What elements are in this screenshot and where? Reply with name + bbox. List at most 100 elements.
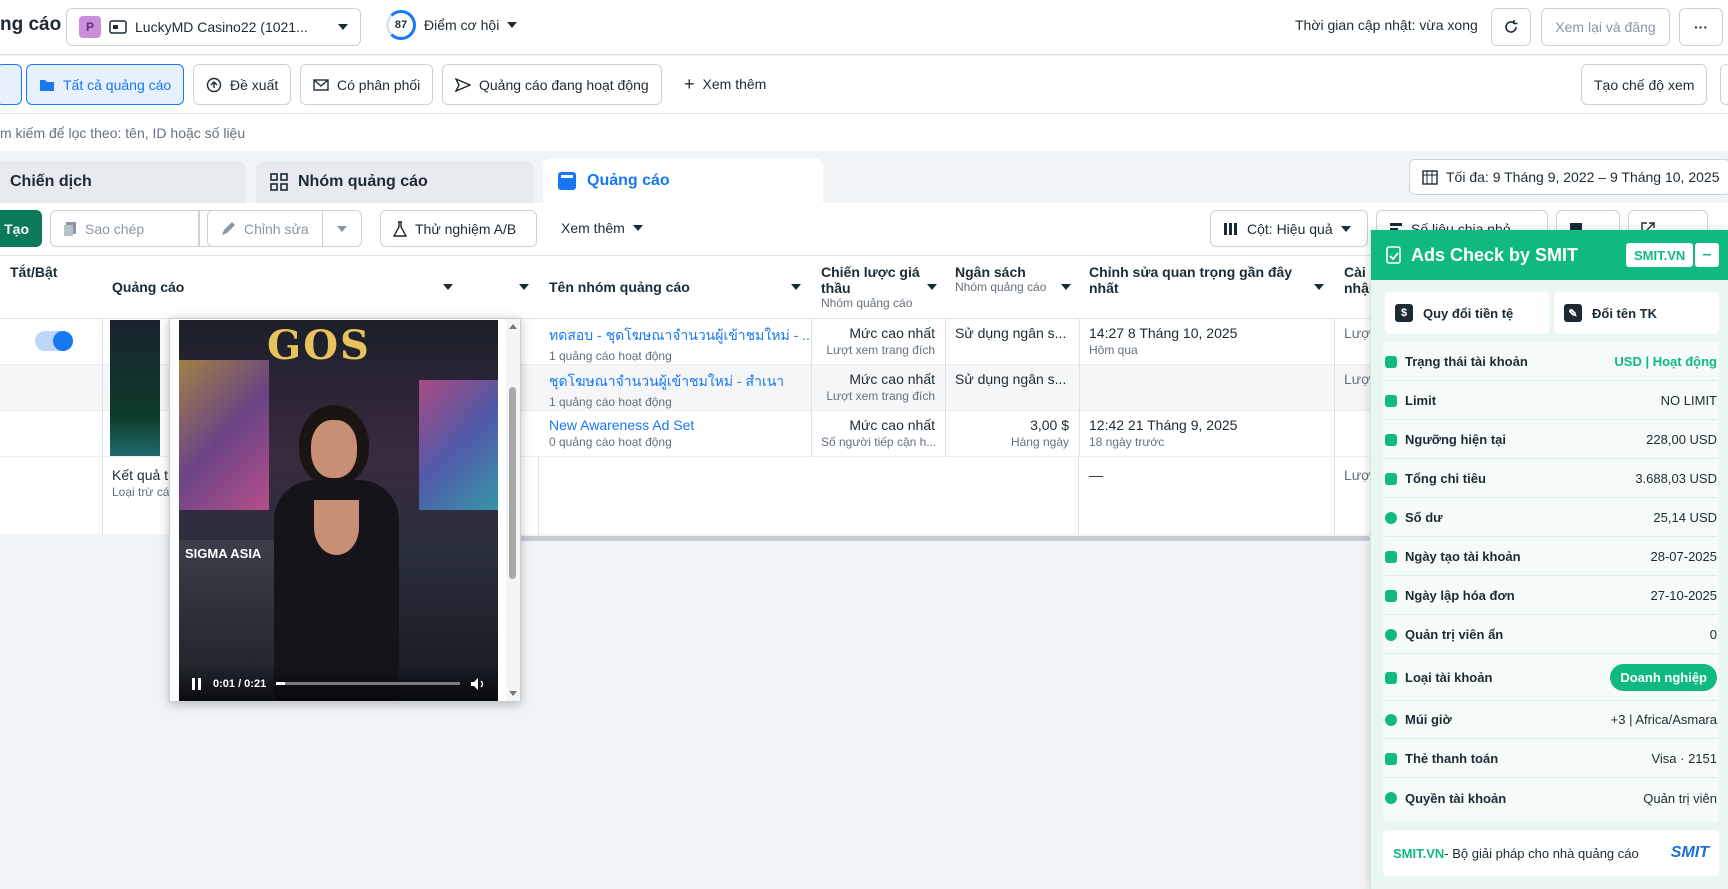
bid-sub: Lượt xem trang đích bbox=[826, 389, 935, 403]
more-views-button-partial[interactable] bbox=[1720, 64, 1728, 105]
plus-icon: + bbox=[684, 74, 695, 94]
filter-all-ads[interactable]: Tất cả quảng cáo bbox=[26, 64, 185, 105]
smit-logo: SMIT bbox=[1670, 844, 1709, 861]
header-adset-name[interactable]: Tên nhóm quảng cáo bbox=[539, 256, 812, 319]
date-range-label: Tối đa: 9 Tháng 9, 2022 – 9 Tháng 10, 20… bbox=[1446, 169, 1720, 185]
adset-cell: New Awareness Ad Set 0 quảng cáo hoạt độn… bbox=[539, 411, 812, 457]
filter-recommended[interactable]: Đề xuất bbox=[193, 64, 292, 105]
filter-recommended-label: Đề xuất bbox=[230, 76, 279, 93]
tab-campaigns[interactable]: Chiến dịch bbox=[0, 161, 246, 203]
create-view-button[interactable]: Tạo chế độ xem bbox=[1581, 64, 1708, 105]
account-name: LuckyMD Casino22 (1021... bbox=[135, 19, 308, 35]
account-selector[interactable]: P LuckyMD Casino22 (1021... bbox=[66, 8, 361, 46]
rename-account-label: Đổi tên TK bbox=[1592, 305, 1657, 321]
columns-button[interactable]: Cột: Hiệu quả bbox=[1210, 210, 1368, 247]
scroll-down-icon[interactable] bbox=[509, 691, 517, 696]
recommendation-icon bbox=[206, 77, 222, 93]
smit-row-threshold: Ngưỡng hiện tại 228,00 USD bbox=[1385, 421, 1717, 459]
page-title: ng cáo bbox=[0, 14, 62, 35]
edit-dropdown[interactable] bbox=[322, 210, 362, 247]
created-label: Ngày tạo tài khoản bbox=[1405, 549, 1521, 564]
columns-icon bbox=[1223, 222, 1239, 236]
delivery-toggle[interactable] bbox=[35, 331, 73, 351]
invoice-label: Ngày lập hóa đơn bbox=[1405, 588, 1515, 603]
user-key-icon bbox=[1385, 792, 1397, 804]
duplicate-button[interactable]: Sao chép bbox=[50, 210, 199, 247]
summary-empty-cell bbox=[539, 457, 1079, 535]
adset-link[interactable]: ทดสอบ - ชุดโฆษณาจำนวนผู้เข้าชมใหม่ - ... bbox=[549, 327, 811, 343]
flask-icon bbox=[393, 220, 407, 237]
smit-minimize-button[interactable]: – bbox=[1695, 243, 1719, 267]
smit-row-timezone: Múi giờ +3 | Africa/Asmara bbox=[1385, 701, 1717, 739]
envelope-icon bbox=[313, 78, 329, 92]
hidden-admins-value: 0 bbox=[1709, 627, 1717, 642]
tab-campaigns-label: Chiến dịch bbox=[10, 173, 92, 190]
total-spend-label: Tổng chi tiêu bbox=[1405, 471, 1486, 486]
opportunity-score[interactable]: 87 Điểm cơ hội bbox=[386, 10, 518, 40]
ad-thumbnail[interactable] bbox=[110, 320, 160, 456]
tab-ads[interactable]: Quảng cáo bbox=[543, 158, 823, 203]
refresh-button[interactable] bbox=[1491, 8, 1531, 46]
adset-link[interactable]: New Awareness Ad Set bbox=[549, 417, 694, 433]
header-budget[interactable]: Ngân sách Nhóm quảng cáo bbox=[945, 256, 1080, 319]
smit-title: Ads Check by SMIT bbox=[1411, 244, 1579, 265]
scroll-up-icon[interactable] bbox=[509, 324, 517, 329]
popup-scrollbar[interactable] bbox=[506, 319, 520, 701]
edit-icon: ✎ bbox=[1564, 304, 1582, 322]
date-range-picker[interactable]: Tối đa: 9 Tháng 9, 2022 – 9 Tháng 10, 20… bbox=[1409, 159, 1728, 195]
header-toggle-label: Tắt/Bật bbox=[10, 264, 58, 280]
scroll-thumb[interactable] bbox=[509, 387, 516, 579]
smit-ads-check-panel: Ads Check by SMIT SMIT.VN – $ Quy đổi ti… bbox=[1370, 230, 1728, 889]
horizontal-scrollbar[interactable] bbox=[520, 536, 1370, 541]
video-progress[interactable] bbox=[276, 682, 460, 685]
tab-adsets-label: Nhóm quảng cáo bbox=[298, 173, 428, 190]
video-frame[interactable]: GOS SIGMA ASIA 0:01 / 0:21 bbox=[179, 320, 498, 701]
header-bid-strategy-sub: Nhóm quảng cáo bbox=[821, 296, 913, 310]
balance-label: Số dư bbox=[1405, 510, 1443, 525]
footer-brand[interactable]: SMIT.VN bbox=[1393, 846, 1444, 861]
filter-see-more[interactable]: + Xem thêm bbox=[684, 74, 766, 94]
create-button[interactable]: Tạo bbox=[0, 210, 42, 247]
more-options-button[interactable]: ··· bbox=[1679, 8, 1723, 46]
adset-link[interactable]: ชุดโฆษณาจำนวนผู้เข้าชมใหม่ - สำเนา bbox=[549, 373, 784, 389]
payment-card-label: Thẻ thanh toán bbox=[1405, 751, 1499, 766]
header-delivery[interactable] bbox=[463, 256, 540, 319]
filter-chip-partial[interactable] bbox=[0, 64, 22, 105]
last-edit-sub: Hôm qua bbox=[1089, 343, 1138, 357]
toolbar-see-more[interactable]: Xem thêm bbox=[561, 220, 643, 236]
review-publish-button[interactable]: Xem lại và đăng bbox=[1541, 8, 1670, 46]
video-controls: 0:01 / 0:21 bbox=[179, 666, 498, 701]
ab-test-button[interactable]: Thử nghiệm A/B bbox=[380, 210, 537, 247]
header-toggle[interactable]: Tắt/Bật bbox=[0, 256, 103, 319]
edit-button[interactable]: Chỉnh sửa bbox=[207, 210, 336, 247]
balance-value: 25,14 USD bbox=[1653, 510, 1717, 525]
limit-icon bbox=[1385, 394, 1397, 407]
filter-has-delivery[interactable]: Có phân phối bbox=[300, 64, 434, 105]
search-bar[interactable]: m kiếm để lọc theo: tên, ID hoặc số liệu bbox=[0, 113, 1728, 151]
rename-account-button[interactable]: ✎ Đổi tên TK bbox=[1554, 292, 1719, 334]
summary-label: Kết quả t bbox=[112, 467, 169, 483]
convert-currency-button[interactable]: $ Quy đổi tiền tệ bbox=[1385, 292, 1549, 334]
smit-row-hidden-admins: Quản trị viên ẩn 0 bbox=[1385, 616, 1717, 654]
header-bid-strategy[interactable]: Chiến lược giá thầu Nhóm quảng cáo bbox=[811, 256, 946, 319]
pause-icon[interactable] bbox=[191, 677, 203, 691]
smit-row-status: Trạng thái tài khoản USD | Hoạt động bbox=[1385, 343, 1717, 381]
header-last-edit[interactable]: Chỉnh sửa quan trọng gần đây nhất bbox=[1079, 256, 1335, 319]
budget-cell: Sử dụng ngân s... bbox=[945, 319, 1080, 365]
account-type-label: Loại tài khoản bbox=[1405, 670, 1493, 685]
header-ad-label: Quảng cáo bbox=[112, 279, 185, 295]
adset-cell: ทดสอบ - ชุดโฆษณาจำนวนผู้เข้าชมใหม่ - ...… bbox=[539, 319, 812, 365]
bid-value: Mức cao nhất bbox=[849, 417, 935, 433]
smit-row-total-spend: Tổng chi tiêu 3.688,03 USD bbox=[1385, 460, 1717, 498]
video-preview-popup[interactable]: GOS SIGMA ASIA 0:01 / 0:21 bbox=[169, 318, 521, 702]
tab-adsets[interactable]: Nhóm quảng cáo bbox=[256, 161, 534, 203]
volume-icon[interactable] bbox=[470, 677, 486, 691]
account-type-badge: Doanh nghiệp bbox=[1610, 664, 1717, 691]
chevron-down-icon bbox=[791, 284, 801, 290]
update-status: Thời gian cập nhật: vừa xong bbox=[1295, 17, 1478, 33]
smit-header: Ads Check by SMIT SMIT.VN – bbox=[1371, 230, 1728, 280]
smit-badge[interactable]: SMIT.VN bbox=[1626, 243, 1694, 267]
filter-active-ads[interactable]: Quảng cáo đang hoạt động bbox=[442, 64, 662, 105]
header-ad[interactable]: Quảng cáo bbox=[102, 256, 464, 319]
timezone-label: Múi giờ bbox=[1405, 712, 1452, 727]
